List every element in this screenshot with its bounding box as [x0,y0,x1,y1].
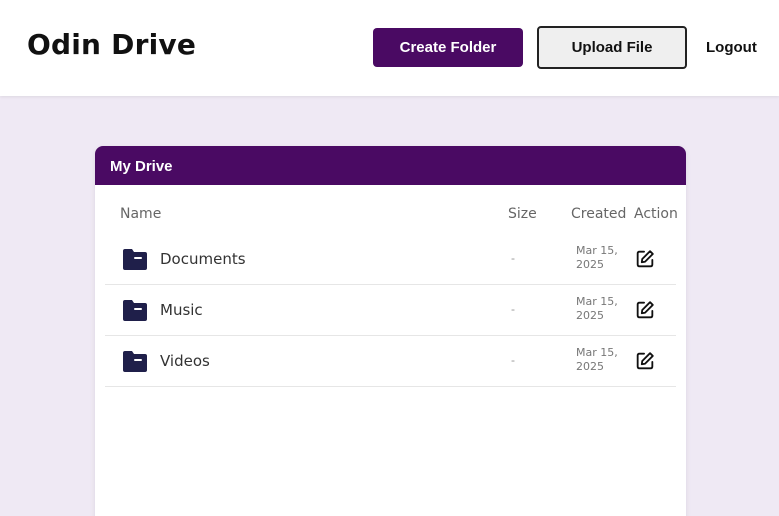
row-created: Mar 15, 2025 [576,244,618,271]
row-size: - [511,353,515,367]
row-name[interactable]: Videos [160,352,210,370]
column-header-name: Name [120,206,162,222]
row-created: Mar 15, 2025 [576,295,618,322]
row-size: - [511,302,515,316]
drive-panel-title: My Drive [95,146,686,185]
column-header-size: Size [508,206,537,222]
logout-link[interactable]: Logout [706,39,757,56]
table-row[interactable]: Videos - Mar 15, 2025 [105,336,676,387]
column-header-action: Action [634,206,678,222]
drive-panel: My Drive Name Size Created Action Docume… [95,146,686,516]
create-folder-button[interactable]: Create Folder [373,28,523,67]
column-header-created: Created [571,206,627,222]
folder-icon [123,351,147,372]
row-size: - [511,251,515,265]
row-name[interactable]: Documents [160,250,246,268]
app-logo-text[interactable]: Odin Drive [27,28,196,61]
edit-icon[interactable] [634,350,656,372]
row-name[interactable]: Music [160,301,203,319]
folder-icon [123,249,147,270]
folder-icon [123,300,147,321]
row-created: Mar 15, 2025 [576,346,618,373]
table-row[interactable]: Documents - Mar 15, 2025 [105,234,676,285]
edit-icon[interactable] [634,248,656,270]
upload-file-button[interactable]: Upload File [537,26,687,69]
table-row[interactable]: Music - Mar 15, 2025 [105,285,676,336]
top-navbar: Odin Drive Create Folder Upload File Log… [0,0,779,96]
edit-icon[interactable] [634,299,656,321]
